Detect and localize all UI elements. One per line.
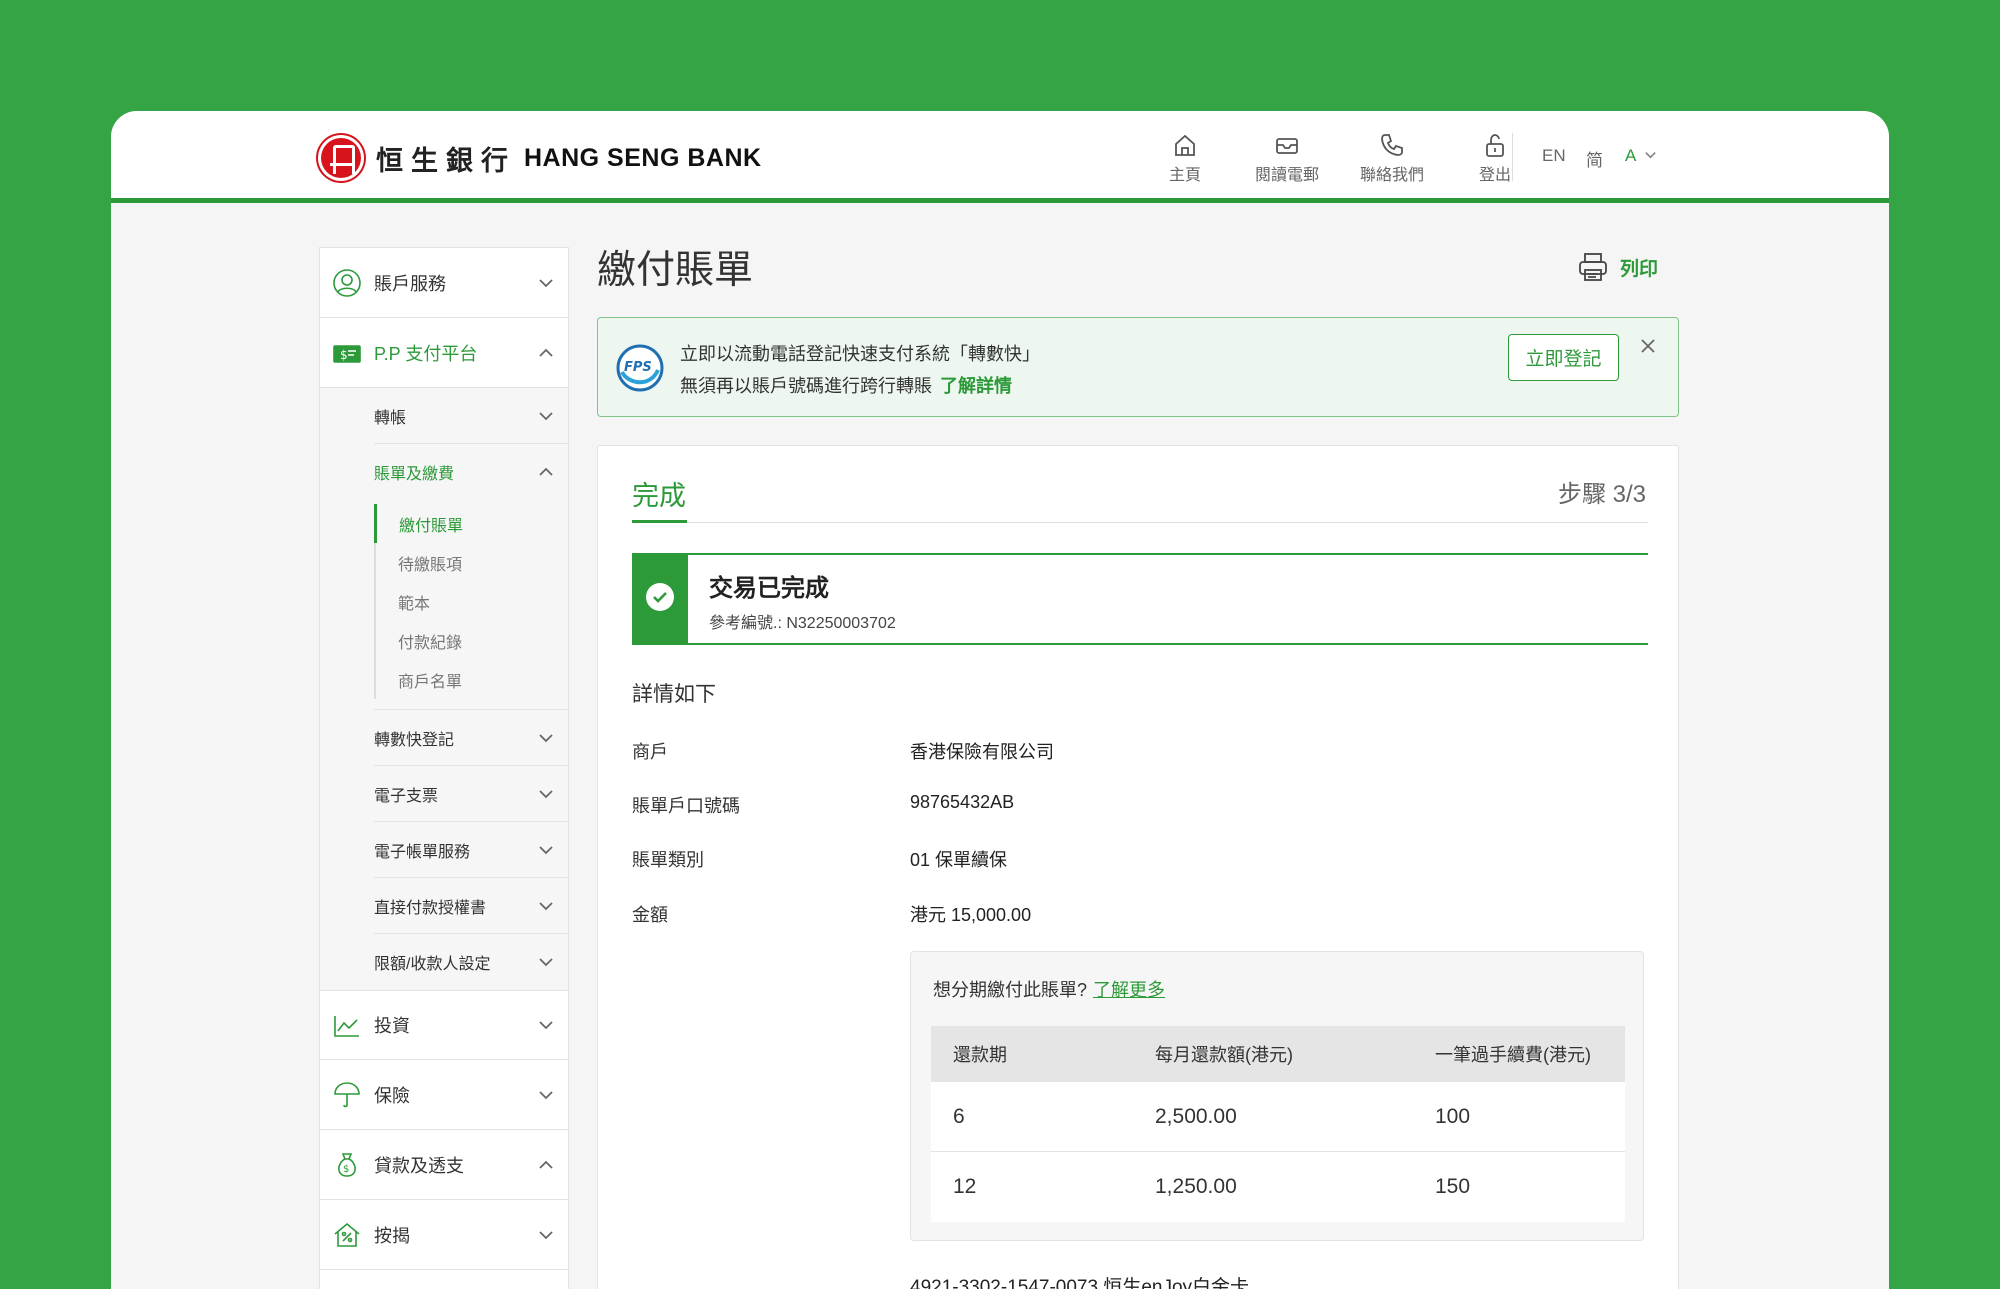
- installment-learn-more-link[interactable]: 了解更多: [1093, 980, 1165, 1000]
- chevron-up-icon: [538, 464, 554, 480]
- table-row[interactable]: 12 1,250.00 150: [931, 1152, 1625, 1222]
- lang-sc[interactable]: 简: [1586, 146, 1603, 171]
- logo-emblem-icon: [318, 135, 364, 181]
- check-circle-icon: [646, 583, 674, 611]
- reference-number: 參考編號.: N32250003702: [709, 615, 896, 632]
- installment-panel: 想分期繳付此賬單? 了解更多 還款期 每月還款額(港元) 一筆過手續費(港元) 6…: [910, 951, 1644, 1241]
- svg-text:FPS: FPS: [624, 360, 652, 375]
- chevron-down-icon: [538, 1227, 554, 1243]
- sidebar-item-payment-platform[interactable]: $ P.P 支付平台: [320, 318, 568, 388]
- detail-value-bill-account: 98765432AB: [910, 792, 1015, 812]
- svg-text:$: $: [343, 1164, 349, 1175]
- nav-home[interactable]: 主頁: [1140, 131, 1230, 185]
- printer-icon: [1579, 253, 1607, 281]
- payment-platform-submenu: 轉帳 賬單及繳費 繳付賬單 待繳賬項 範本 付款紀錄 商戶名單 轉數快登記 電子…: [320, 388, 568, 990]
- detail-value-amount: 港元 15,000.00: [910, 905, 1032, 925]
- detail-label-merchant: 商戶: [632, 742, 668, 762]
- font-size-selector[interactable]: A: [1625, 146, 1657, 166]
- sidebar-sub-dda[interactable]: 直接付款授權書: [374, 878, 568, 934]
- step-underline: [632, 520, 687, 523]
- chevron-down-icon: [538, 730, 554, 746]
- step-counter: 步驟 3/3: [1557, 481, 1646, 508]
- chevron-down-icon: [538, 954, 554, 970]
- detail-label-bill-type: 賬單類別: [632, 850, 704, 870]
- fps-promo-line1: 立即以流動電話登記快速支付系統「轉數快」: [680, 344, 1040, 364]
- bank-logo[interactable]: 恒生銀行 HANG SENG BANK: [318, 135, 762, 181]
- payment-card-number: 4921-3302-1547-0073 恒生enJoy白金卡: [910, 1277, 1250, 1289]
- fps-register-button[interactable]: 立即登記: [1508, 334, 1619, 381]
- sidebar-item-accounts[interactable]: 賬戶服務: [320, 248, 568, 318]
- close-icon[interactable]: [1638, 336, 1658, 356]
- bills-submenu: 繳付賬單 待繳賬項 範本 付款紀錄 商戶名單: [374, 500, 568, 710]
- home-icon: [1175, 134, 1195, 156]
- fps-logo-icon: FPS: [616, 344, 664, 392]
- sidebar-item-investment[interactable]: 投資: [320, 990, 568, 1060]
- chevron-down-icon: [538, 1017, 554, 1033]
- nav-divider: [1512, 133, 1513, 181]
- sidebar-item-loans[interactable]: $ 貸款及透支: [320, 1130, 568, 1200]
- sidebar-leaf-pay-bills[interactable]: 繳付賬單: [374, 504, 568, 543]
- sidebar-sub-echeque[interactable]: 電子支票: [374, 766, 568, 822]
- sidebar-sub-bills[interactable]: 賬單及繳費: [374, 444, 568, 500]
- lang-en[interactable]: EN: [1542, 146, 1566, 166]
- installment-table: 還款期 每月還款額(港元) 一筆過手續費(港元) 6 2,500.00 100 …: [931, 1026, 1625, 1222]
- logo-english: HANG SENG BANK: [524, 143, 762, 172]
- sidebar-item-mortgage[interactable]: 按揭: [320, 1200, 568, 1270]
- success-title: 交易已完成: [709, 575, 829, 602]
- chevron-up-icon: [538, 1157, 554, 1173]
- fps-promo-banner: FPS 立即以流動電話登記快速支付系統「轉數快」 無須再以賬戶號碼進行跨行轉賬了…: [597, 317, 1679, 417]
- svg-text:$: $: [340, 348, 348, 362]
- sidebar: 賬戶服務 $ P.P 支付平台 轉帳 賬單及繳費 繳付賬單 待繳賬項 範本 付款…: [319, 247, 569, 1289]
- unlock-icon: [1486, 134, 1504, 157]
- success-banner: 交易已完成 參考編號.: N32250003702: [632, 553, 1648, 645]
- installment-question: 想分期繳付此賬單? 了解更多: [933, 980, 1166, 1000]
- chevron-down-icon: [538, 275, 554, 291]
- sidebar-item-insurance[interactable]: 保險: [320, 1060, 568, 1130]
- detail-value-bill-type: 01 保單續保: [910, 850, 1008, 870]
- user-circle-icon: [332, 268, 362, 298]
- chevron-down-icon: [538, 786, 554, 802]
- confirmation-card: 完成 步驟 3/3 交易已完成 參考編號.: N32250003702 詳情如下…: [597, 445, 1679, 1289]
- step-divider: [632, 522, 1648, 523]
- fps-promo-line2: 無須再以賬戶號碼進行跨行轉賬 了解詳情: [680, 376, 1012, 396]
- house-percent-icon: [332, 1220, 362, 1250]
- chevron-down-icon: [1645, 152, 1656, 159]
- table-header: 還款期 每月還款額(港元) 一筆過手續費(港元): [931, 1026, 1625, 1082]
- money-bag-icon: $: [332, 1150, 362, 1180]
- payment-icon: $: [332, 338, 362, 368]
- sidebar-leaf-payment-records[interactable]: 付款紀錄: [374, 621, 568, 660]
- sidebar-leaf-templates[interactable]: 範本: [374, 582, 568, 621]
- sidebar-leaf-merchant-list[interactable]: 商戶名單: [374, 660, 568, 699]
- sidebar-leaf-pending-bills[interactable]: 待繳賬項: [374, 543, 568, 582]
- step-title: 完成: [632, 481, 686, 511]
- sidebar-sub-ebill[interactable]: 電子帳單服務: [374, 822, 568, 878]
- chevron-down-icon: [538, 842, 554, 858]
- detail-value-merchant: 香港保險有限公司: [910, 742, 1054, 762]
- fps-learn-more-link[interactable]: 了解詳情: [940, 376, 1012, 396]
- details-heading: 詳情如下: [632, 683, 716, 706]
- umbrella-icon: [332, 1080, 362, 1110]
- detail-label-bill-account: 賬單戶口號碼: [632, 796, 740, 816]
- nav-inbox[interactable]: 閱讀電郵: [1242, 131, 1332, 185]
- sidebar-sub-transfer[interactable]: 轉帳: [374, 388, 568, 444]
- chevron-up-icon: [538, 345, 554, 361]
- inbox-icon: [1276, 138, 1298, 154]
- browser-window: 恒生銀行 HANG SENG BANK 主頁 閱讀電郵 聯絡我們 登出 EN 简…: [111, 111, 1889, 1289]
- nav-contact[interactable]: 聯絡我們: [1347, 131, 1437, 185]
- chevron-down-icon: [538, 408, 554, 424]
- sidebar-sub-limit[interactable]: 限額/收款人設定: [374, 934, 568, 990]
- nav-logout[interactable]: 登出: [1450, 131, 1540, 185]
- logo-chinese: 恒生銀行: [376, 145, 516, 177]
- print-button[interactable]: 列印: [1576, 250, 1658, 284]
- page-title: 繳付賬單: [597, 249, 754, 292]
- top-header: 恒生銀行 HANG SENG BANK 主頁 閱讀電郵 聯絡我們 登出 EN 简…: [111, 111, 1889, 203]
- chart-line-icon: [332, 1011, 362, 1041]
- phone-icon: [1381, 134, 1403, 156]
- chevron-down-icon: [538, 1087, 554, 1103]
- sidebar-sub-fps[interactable]: 轉數快登記: [374, 710, 568, 766]
- detail-label-amount: 金額: [632, 905, 668, 925]
- table-row[interactable]: 6 2,500.00 100: [931, 1082, 1625, 1152]
- chevron-down-icon: [538, 898, 554, 914]
